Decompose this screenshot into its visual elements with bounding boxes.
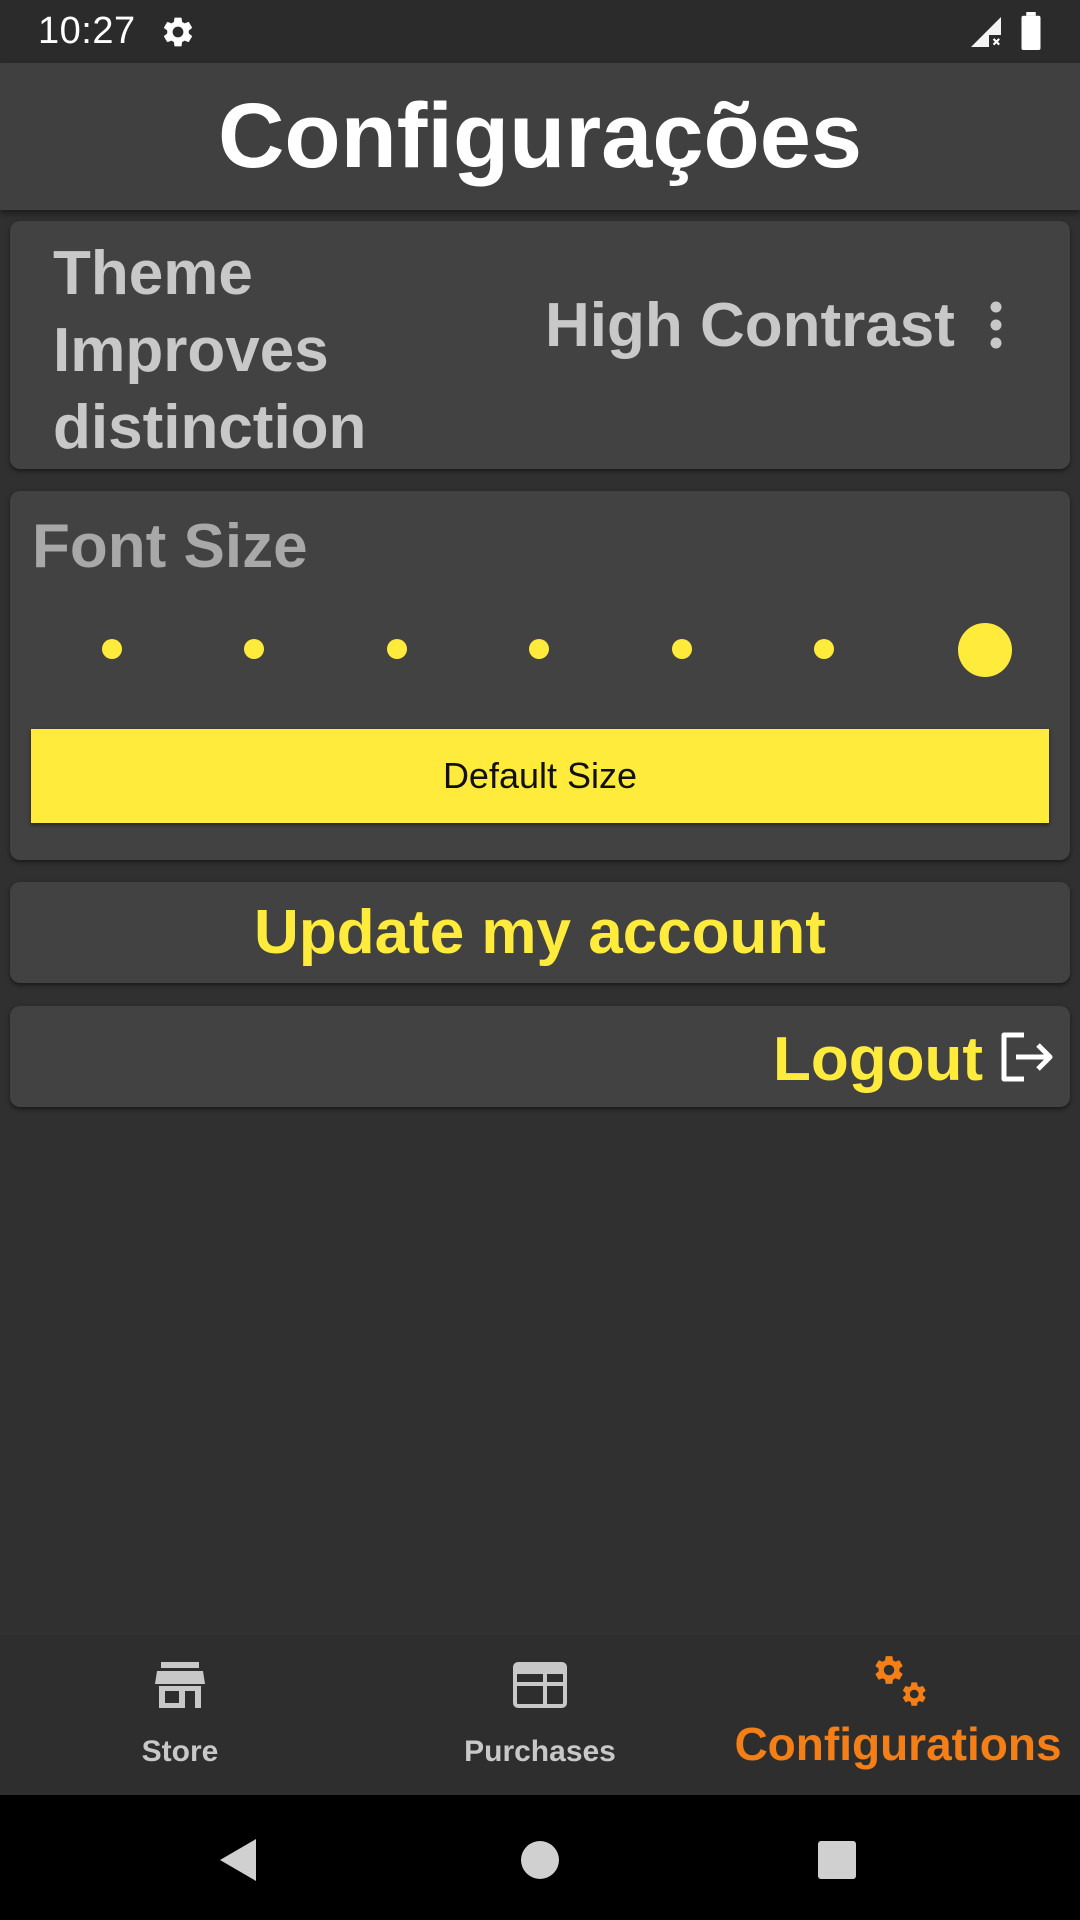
nav-label-purchases: Purchases [464, 1735, 616, 1768]
bottom-navigation: Store Purchases Configurations [0, 1635, 1080, 1795]
font-size-label: Font Size [32, 512, 308, 581]
status-time: 10:27 [38, 10, 136, 52]
theme-label: Theme Improves distinction [53, 239, 367, 462]
status-bar: 10:27 [0, 0, 1080, 63]
screen: 10:27 Configurações Theme Improves disti… [0, 0, 1080, 1920]
font-size-card: Font Size Default Size [10, 491, 1070, 860]
battery-full-icon [1021, 12, 1041, 50]
signal-no-service-icon [971, 17, 1001, 47]
more-vertical-icon[interactable] [984, 299, 1008, 351]
nav-item-configurations[interactable]: Configurations [720, 1635, 1080, 1795]
slider-step[interactable] [244, 639, 264, 659]
update-account-button[interactable]: Update my account [10, 882, 1070, 983]
app-header: Configurações [0, 63, 1080, 210]
settings-gears-icon [875, 1656, 926, 1706]
default-size-button[interactable]: Default Size [31, 729, 1049, 823]
font-size-slider[interactable] [10, 607, 1070, 687]
recents-icon[interactable] [817, 1840, 857, 1880]
slider-step[interactable] [529, 639, 549, 659]
settings-gear-icon [163, 17, 193, 47]
purchases-icon [513, 1662, 567, 1708]
update-account-label: Update my account [254, 898, 826, 967]
theme-selected-value[interactable]: High Contrast [545, 290, 955, 361]
nav-label-store: Store [141, 1735, 219, 1768]
logout-label: Logout [772, 1025, 983, 1094]
store-icon [155, 1662, 205, 1708]
slider-step[interactable] [814, 639, 834, 659]
slider-step[interactable] [672, 639, 692, 659]
nav-item-store[interactable]: Store [0, 1635, 360, 1795]
slider-step[interactable] [387, 639, 407, 659]
nav-item-purchases[interactable]: Purchases [360, 1635, 720, 1795]
back-icon[interactable] [218, 1837, 258, 1883]
logout-icon [1001, 1032, 1053, 1082]
page-title: Configurações [217, 85, 863, 187]
system-navigation-bar [0, 1795, 1080, 1920]
nav-label-configurations: Configurations [734, 1718, 1062, 1770]
logout-button[interactable]: Logout [10, 1006, 1070, 1107]
slider-step[interactable] [102, 639, 122, 659]
slider-thumb[interactable] [958, 623, 1012, 677]
home-icon[interactable] [520, 1840, 560, 1880]
